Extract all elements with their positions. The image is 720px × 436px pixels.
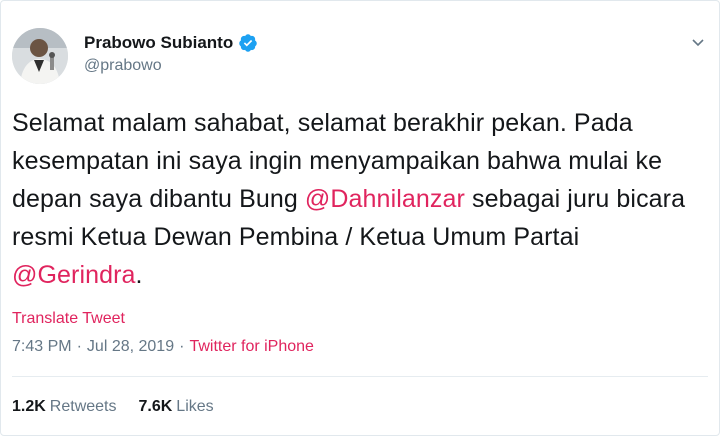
- mention-link-dahnilanzar[interactable]: @Dahnilanzar: [305, 185, 465, 213]
- likes-stat[interactable]: 7.6K Likes: [139, 398, 214, 416]
- handle[interactable]: @prabowo: [84, 57, 258, 75]
- chevron-down-icon[interactable]: [690, 34, 706, 50]
- tweet-header: Prabowo Subianto @prabowo: [12, 28, 708, 84]
- tweet-text-part: .: [135, 261, 143, 289]
- divider: [12, 376, 708, 377]
- retweets-stat[interactable]: 1.2K Retweets: [12, 398, 117, 416]
- mention-link-gerindra[interactable]: @Gerindra: [12, 261, 136, 289]
- likes-label: Likes: [176, 398, 214, 415]
- meta-separator: ·: [76, 338, 82, 355]
- display-name[interactable]: Prabowo Subianto: [84, 33, 233, 53]
- tweet-time[interactable]: 7:43 PM: [12, 338, 72, 356]
- meta-separator: ·: [179, 338, 185, 355]
- likes-count: 7.6K: [138, 398, 173, 415]
- translate-tweet-link[interactable]: Translate Tweet: [12, 310, 125, 328]
- tweet-source-link[interactable]: Twitter for iPhone: [189, 338, 314, 356]
- retweets-count: 1.2K: [12, 398, 46, 415]
- tweet-date[interactable]: Jul 28, 2019: [87, 338, 174, 356]
- verified-badge-icon: [238, 33, 258, 53]
- retweets-label: Retweets: [49, 398, 117, 415]
- tweet-stats: 1.2K Retweets 7.6K Likes: [12, 398, 236, 416]
- avatar[interactable]: [12, 28, 68, 84]
- tweet-meta: 7:43 PM · Jul 28, 2019 · Twitter for iPh…: [12, 338, 314, 356]
- tweet-text: Selamat malam sahabat, selamat berakhir …: [12, 104, 712, 294]
